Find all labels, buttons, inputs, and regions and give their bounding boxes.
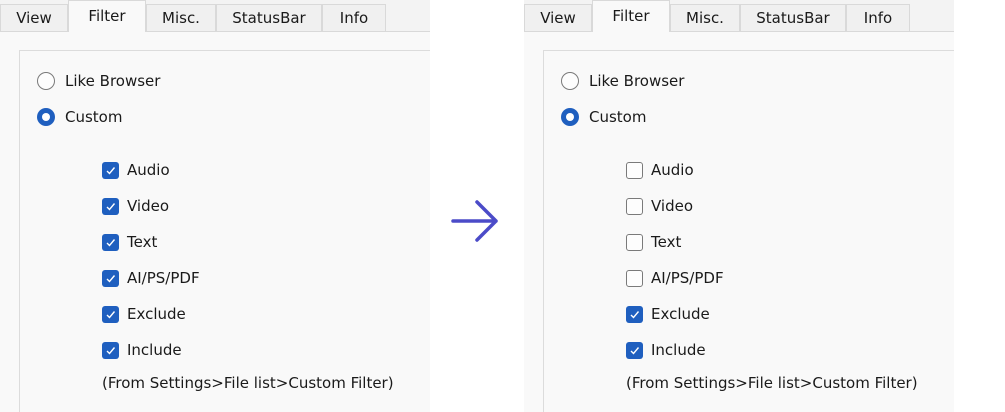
checkbox-box[interactable] [102,161,119,179]
checkbox-audio[interactable]: Audio [626,159,694,181]
tab-statusbar[interactable]: StatusBar [740,4,846,31]
checkbox-video[interactable]: Video [102,195,169,217]
radio-label: Custom [589,108,647,126]
checkbox-label: Audio [127,161,170,179]
radio-label: Custom [65,108,123,126]
settings-panel-after: View Filter Misc. StatusBar Info Like Br… [524,0,954,412]
tab-filter[interactable]: Filter [68,0,146,32]
radio-button[interactable] [561,108,579,126]
checkbox-label: Text [651,233,682,251]
checkbox-box[interactable] [102,233,119,251]
tab-view[interactable]: View [0,4,68,31]
filter-groupbox [19,50,430,412]
check-icon [106,166,116,175]
checkbox-exclude[interactable]: Exclude [102,303,186,325]
tab-view[interactable]: View [524,4,592,31]
tab-info[interactable]: Info [846,4,910,31]
checkbox-label: Exclude [651,305,710,323]
check-icon [106,346,116,355]
filter-groupbox [543,50,954,412]
tab-info[interactable]: Info [322,4,386,31]
checkbox-audio[interactable]: Audio [102,159,170,181]
checkbox-box[interactable] [626,305,643,323]
checkbox-label: Video [127,197,170,215]
custom-filter-note: (From Settings>File list>Custom Filter) [102,374,394,392]
tab-strip: View Filter Misc. StatusBar Info [0,0,430,32]
radio-custom[interactable]: Custom [37,106,122,128]
tab-filter[interactable]: Filter [592,0,670,32]
checkbox-label: Audio [651,161,694,179]
checkbox-label: Exclude [127,305,186,323]
radio-like-browser[interactable]: Like Browser [561,70,684,92]
checkbox-label: Video [651,197,694,215]
check-icon [106,310,116,319]
tab-misc[interactable]: Misc. [146,4,216,31]
checkbox-text[interactable]: Text [626,231,681,253]
checkbox-box[interactable] [626,233,643,251]
custom-filter-note: (From Settings>File list>Custom Filter) [626,374,918,392]
checkbox-label: Include [127,341,182,359]
check-icon [106,274,116,283]
radio-button[interactable] [37,108,55,126]
checkbox-include[interactable]: Include [626,339,706,361]
checkbox-ai-ps-pdf[interactable]: AI/PS/PDF [102,267,200,289]
tab-statusbar[interactable]: StatusBar [216,4,322,31]
radio-button[interactable] [561,72,579,90]
tab-strip: View Filter Misc. StatusBar Info [524,0,954,32]
checkbox-box[interactable] [626,269,643,287]
arrow-right-icon [451,200,498,242]
checkbox-label: AI/PS/PDF [127,269,200,287]
checkbox-box[interactable] [102,197,119,215]
checkbox-ai-ps-pdf[interactable]: AI/PS/PDF [626,267,724,289]
checkbox-video[interactable]: Video [626,195,693,217]
check-icon [630,346,640,355]
radio-like-browser[interactable]: Like Browser [37,70,160,92]
radio-button[interactable] [37,72,55,90]
checkbox-label: Text [127,233,158,251]
checkbox-label: AI/PS/PDF [651,269,724,287]
settings-panel-before: View Filter Misc. StatusBar Info Like Br… [0,0,430,412]
check-icon [106,238,116,247]
checkbox-box[interactable] [626,341,643,359]
radio-custom[interactable]: Custom [561,106,646,128]
checkbox-include[interactable]: Include [102,339,182,361]
check-icon [106,202,116,211]
radio-label: Like Browser [589,72,685,90]
checkbox-box[interactable] [626,197,643,215]
check-icon [630,310,640,319]
checkbox-text[interactable]: Text [102,231,157,253]
checkbox-box[interactable] [626,161,643,179]
radio-label: Like Browser [65,72,161,90]
checkbox-exclude[interactable]: Exclude [626,303,710,325]
checkbox-label: Include [651,341,706,359]
checkbox-box[interactable] [102,305,119,323]
checkbox-box[interactable] [102,269,119,287]
checkbox-box[interactable] [102,341,119,359]
tab-misc[interactable]: Misc. [670,4,740,31]
